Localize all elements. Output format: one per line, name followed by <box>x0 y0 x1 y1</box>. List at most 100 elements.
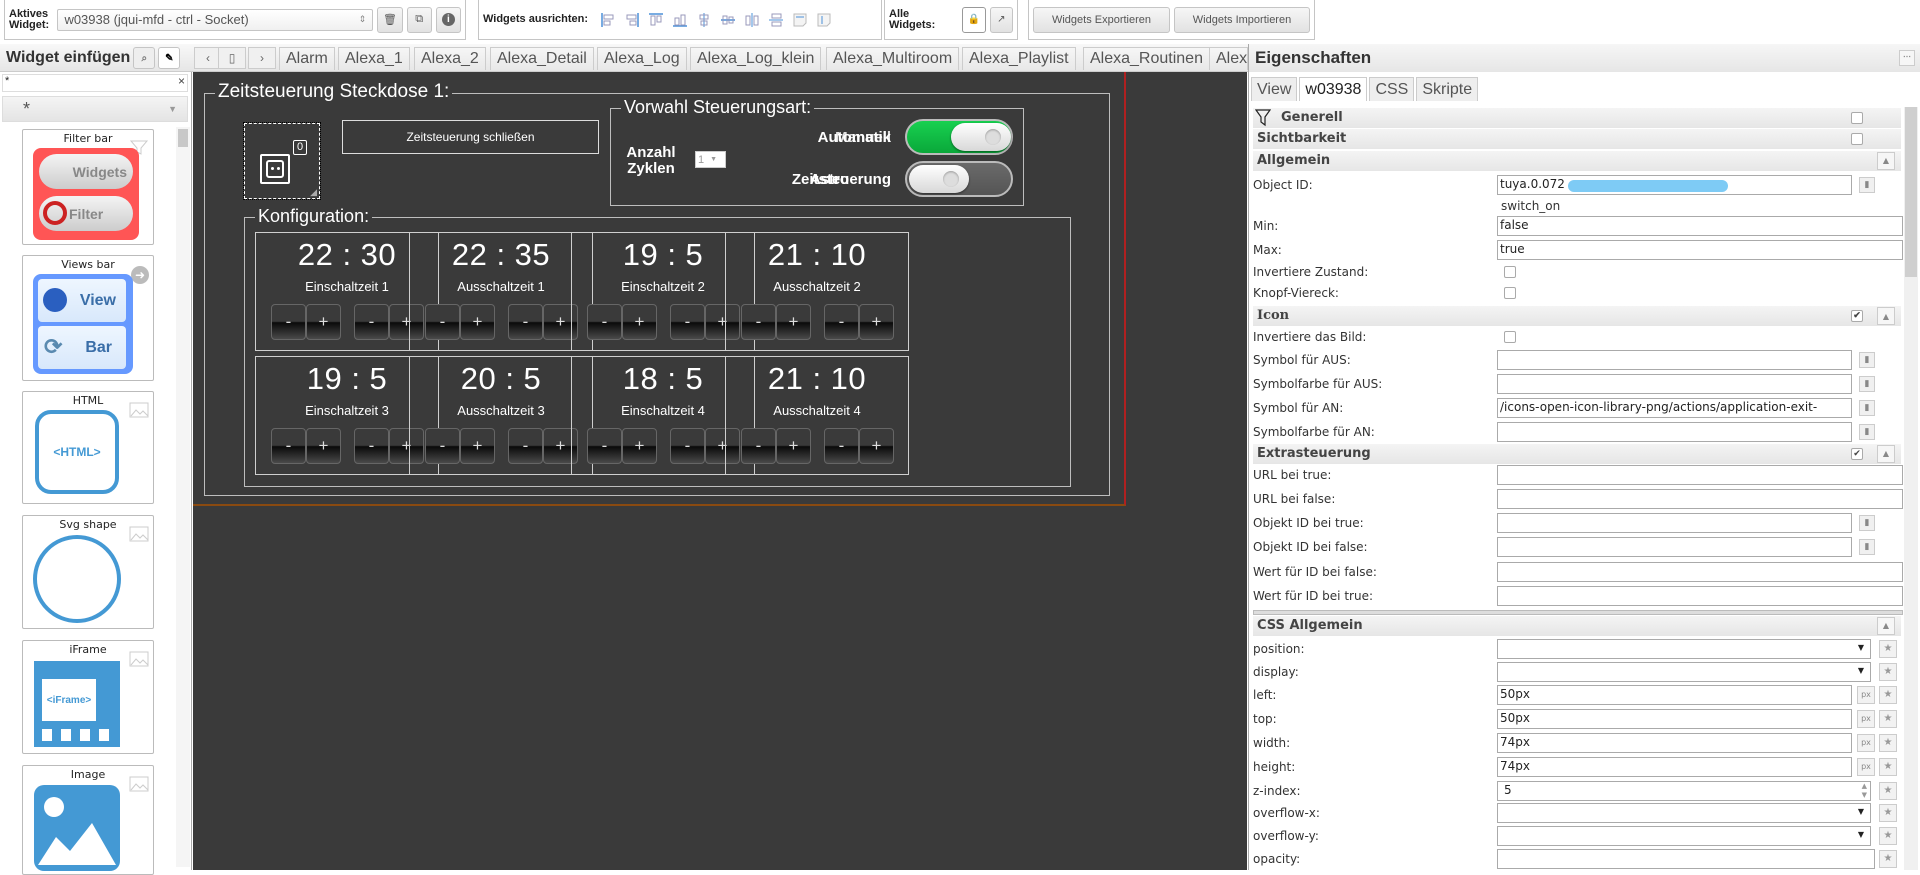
hour-plus-button[interactable]: + <box>622 304 657 340</box>
resize-handle-icon[interactable]: ◢ <box>310 187 317 198</box>
palette-widget-iframe[interactable]: iFrame <iFrame> <box>22 640 154 754</box>
minute-minus-button[interactable]: - <box>354 304 389 340</box>
min-input[interactable]: false <box>1497 216 1903 236</box>
unit-toggle-button[interactable]: px <box>1857 758 1875 776</box>
collapse-up-icon[interactable]: ▲ <box>1877 445 1895 463</box>
hour-minus-button[interactable]: - <box>271 304 306 340</box>
search-toggle-button[interactable]: ⌕ <box>133 47 156 69</box>
square-button-checkbox[interactable] <box>1504 287 1516 299</box>
hour-minus-button[interactable]: - <box>587 304 622 340</box>
hour-minus-button[interactable]: - <box>271 428 306 464</box>
collapse-up-icon[interactable]: ▲ <box>1877 307 1895 325</box>
minute-plus-button[interactable]: + <box>859 428 894 464</box>
view-tab[interactable]: Alexa_2 <box>414 47 486 70</box>
export-widgets-button[interactable]: Widgets Exportieren <box>1033 6 1170 33</box>
select-color-button[interactable]: ▮ <box>1859 376 1875 392</box>
view-tab[interactable]: Alexa_Log_klein <box>690 47 822 70</box>
align-left-icon[interactable] <box>597 11 619 29</box>
favorite-star-icon[interactable]: ★ <box>1879 827 1897 845</box>
css-ovy-select[interactable]: ▼ <box>1497 826 1871 846</box>
favorite-star-icon[interactable]: ★ <box>1879 710 1897 728</box>
symbol-off-input[interactable] <box>1497 350 1852 370</box>
hour-minus-button[interactable]: - <box>741 304 776 340</box>
group-allgemein[interactable]: Allgemein ▲ <box>1253 151 1901 171</box>
unit-toggle-button[interactable]: px <box>1857 686 1875 704</box>
import-widgets-button[interactable]: Widgets Importieren <box>1174 6 1310 33</box>
select-id-button[interactable]: ▮ <box>1859 177 1875 193</box>
css-zindex-input[interactable]: 5 ▲ ▼ <box>1497 781 1871 801</box>
css-opacity-input[interactable] <box>1497 849 1875 869</box>
palette-widget-image[interactable]: Image <box>22 765 154 875</box>
val-true-input[interactable] <box>1497 586 1903 606</box>
hour-plus-button[interactable]: + <box>460 304 495 340</box>
palette-scrollbar[interactable] <box>176 127 190 867</box>
favorite-star-icon[interactable]: ★ <box>1879 850 1897 868</box>
editor-canvas[interactable]: Zeitsteuerung Steckdose 1: 0 ◢ Zeitsteue… <box>193 72 1247 870</box>
tab-scripts[interactable]: Skripte <box>1416 77 1479 101</box>
group-css-allgemein[interactable]: CSS Allgemein ▲ <box>1253 616 1901 636</box>
tab-view[interactable]: View <box>1251 77 1298 101</box>
view-tab[interactable]: Alexa_Multiroom <box>826 47 960 70</box>
select-color-button[interactable]: ▮ <box>1859 424 1875 440</box>
lock-all-button[interactable]: 🔒 <box>962 6 986 33</box>
views-menu-button[interactable]: ▯ <box>218 47 246 69</box>
oid-false-input[interactable] <box>1497 537 1852 557</box>
group-checkbox[interactable] <box>1851 133 1863 145</box>
favorite-star-icon[interactable]: ★ <box>1879 782 1897 800</box>
cycles-select[interactable]: 1 ▼ <box>695 151 726 168</box>
align-bottom-icon[interactable] <box>669 11 691 29</box>
hour-minus-button[interactable]: - <box>425 304 460 340</box>
invert-state-checkbox[interactable] <box>1504 266 1516 278</box>
align-top-icon[interactable] <box>645 11 667 29</box>
same-width-icon[interactable] <box>789 11 811 29</box>
minute-minus-button[interactable]: - <box>824 304 859 340</box>
hour-plus-button[interactable]: + <box>776 428 811 464</box>
url-true-input[interactable] <box>1497 465 1903 485</box>
info-widget-button[interactable]: i <box>435 6 461 33</box>
distribute-h-icon[interactable] <box>741 11 763 29</box>
select-symbol-button[interactable]: ▮ <box>1859 352 1875 368</box>
select-id-button[interactable]: ▮ <box>1859 515 1875 531</box>
favorite-star-icon[interactable]: ★ <box>1879 663 1897 681</box>
view-tab[interactable]: Alex <box>1209 47 1248 70</box>
tab-css[interactable]: CSS <box>1369 77 1415 101</box>
hour-plus-button[interactable]: + <box>306 304 341 340</box>
view-tab[interactable]: Alexa_Routinen <box>1083 47 1210 70</box>
close-icon[interactable]: × <box>178 74 185 88</box>
toggle-auto-manual[interactable] <box>905 119 1013 155</box>
hour-plus-button[interactable]: + <box>622 428 657 464</box>
hour-minus-button[interactable]: - <box>741 428 776 464</box>
collapse-up-icon[interactable]: ▲ <box>1877 617 1895 635</box>
palette-widget-filter-bar[interactable]: Filter bar Widgets Filter <box>22 129 154 245</box>
css-display-select[interactable]: ▼ <box>1497 662 1871 682</box>
hour-plus-button[interactable]: + <box>776 304 811 340</box>
unit-toggle-button[interactable]: px <box>1857 710 1875 728</box>
select-id-button[interactable]: ▮ <box>1859 539 1875 555</box>
css-ovx-select[interactable]: ▼ <box>1497 803 1871 823</box>
hour-plus-button[interactable]: + <box>306 428 341 464</box>
minute-minus-button[interactable]: - <box>354 428 389 464</box>
align-vcenter-icon[interactable] <box>693 11 715 29</box>
external-link-button[interactable]: ↗ <box>989 6 1014 33</box>
close-timer-button[interactable]: Zeitsteuerung schließen <box>342 120 599 154</box>
group-checkbox[interactable]: ✔ <box>1851 448 1863 460</box>
group-checkbox[interactable] <box>1851 112 1863 124</box>
css-width-input[interactable]: 74px <box>1497 733 1852 753</box>
minute-minus-button[interactable]: - <box>508 304 543 340</box>
view-tab[interactable]: Alexa_1 <box>338 47 410 70</box>
hour-minus-button[interactable]: - <box>425 428 460 464</box>
symbol-on-input[interactable]: /icons-open-icon-library-png/actions/app… <box>1497 398 1852 418</box>
same-height-icon[interactable] <box>813 11 835 29</box>
palette-widget-html[interactable]: HTML <HTML> <box>22 391 154 504</box>
palette-filter-select[interactable]: * ▼ <box>2 96 188 122</box>
group-checkbox[interactable]: ✔ <box>1851 310 1863 322</box>
symbol-color-off-input[interactable] <box>1497 374 1852 394</box>
palette-widget-views-bar[interactable]: Views bar ➜ View ⟳ Bar <box>22 255 154 381</box>
view-tab[interactable]: Alexa_Detail <box>490 47 594 70</box>
object-id-input[interactable]: tuya.0.072 <box>1497 175 1852 195</box>
group-extrasteuerung[interactable]: Extrasteuerung ✔ ▲ <box>1253 444 1901 464</box>
url-false-input[interactable] <box>1497 489 1903 509</box>
view-tab[interactable]: Alarm <box>279 47 335 70</box>
socket-widget[interactable]: 0 ◢ <box>243 122 321 200</box>
unit-toggle-button[interactable]: px <box>1857 734 1875 752</box>
